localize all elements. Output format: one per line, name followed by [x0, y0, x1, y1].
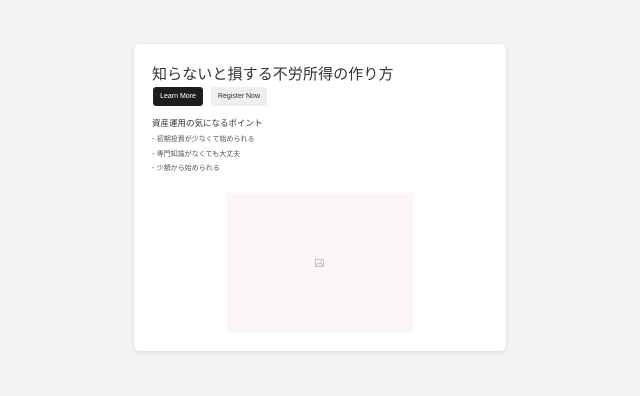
image-placeholder	[227, 193, 413, 333]
page-title: 知らないと損する不労所得の作り方	[152, 65, 394, 83]
learn-more-button[interactable]: Learn More	[153, 87, 203, 106]
list-item: - 専門知識がなくても大丈夫	[152, 149, 241, 158]
broken-image-icon	[315, 259, 324, 267]
feature-list: - 初期投資が少なくて始められる - 専門知識がなくても大丈夫 - 少額から始め…	[152, 134, 255, 178]
promo-card: 知らないと損する不労所得の作り方 Learn More Register Now…	[134, 44, 506, 351]
register-now-button[interactable]: Register Now	[211, 87, 267, 106]
list-item: - 少額から始められる	[152, 164, 220, 172]
section-title: 資産運用の気になるポイント	[152, 119, 263, 129]
list-item: - 初期投資が少なくて始められる	[152, 135, 255, 143]
